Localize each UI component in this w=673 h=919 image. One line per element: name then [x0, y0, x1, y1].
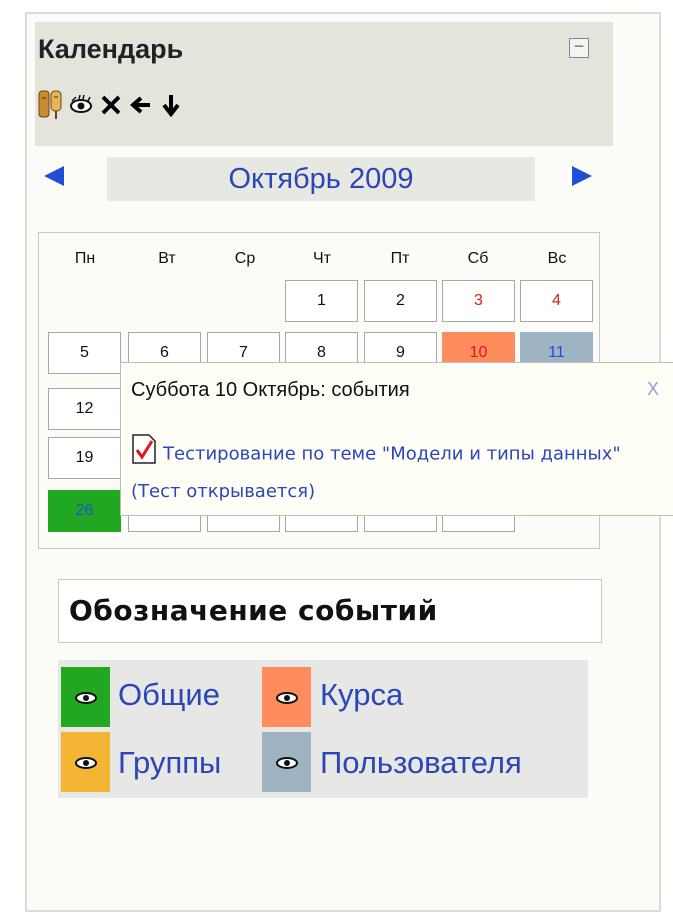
legend-header: Обозначение событий — [58, 579, 602, 643]
prev-month-button[interactable] — [42, 164, 66, 193]
delete-icon[interactable] — [98, 87, 124, 123]
popup-close-button[interactable]: X — [647, 379, 659, 400]
next-month-button[interactable] — [570, 164, 594, 193]
popup-title: Суббота 10 Октябрь: события — [131, 379, 410, 401]
event-popup: Суббота 10 Октябрь: события X Тестирован… — [120, 362, 673, 516]
event-link-text[interactable]: Тестирование по теме "Модели и типы данн… — [131, 444, 621, 503]
legend-label-global[interactable]: Общие — [118, 677, 220, 713]
legend-swatch-group[interactable] — [61, 732, 110, 792]
legend-swatch-user[interactable] — [262, 732, 311, 792]
legend-label-group[interactable]: Группы — [118, 745, 221, 781]
weekday-label: Вт — [158, 250, 176, 267]
event-link[interactable]: Тестирование по теме "Модели и типы данн… — [131, 433, 671, 508]
month-label: Октябрь 2009 — [107, 157, 535, 201]
weekday-label: Вс — [547, 250, 567, 267]
legend-label-course[interactable]: Курса — [320, 677, 403, 713]
move-icon[interactable] — [38, 87, 64, 123]
calendar-day[interactable]: 4 — [520, 280, 593, 322]
weekday-label: Чт — [313, 250, 331, 267]
calendar-day[interactable]: 1 — [285, 280, 358, 322]
legend-title: Обозначение событий — [69, 594, 438, 627]
weekday-label: Пн — [74, 250, 96, 267]
calendar-day[interactable]: 3 — [442, 280, 515, 322]
eye-icon[interactable] — [68, 87, 94, 123]
calendar-day[interactable]: 2 — [364, 280, 437, 322]
quiz-icon — [131, 433, 157, 476]
block-toolbar — [38, 84, 184, 126]
calendar-day[interactable]: 12 — [48, 388, 121, 430]
calendar-day[interactable]: 19 — [48, 437, 121, 479]
arrow-left-icon[interactable] — [128, 87, 154, 123]
weekday-label: Пт — [390, 250, 410, 267]
legend-label-user[interactable]: Пользователя — [320, 745, 522, 781]
calendar-day[interactable]: 5 — [48, 332, 121, 374]
legend-swatch-course[interactable] — [262, 667, 311, 727]
legend-swatch-global[interactable] — [61, 667, 110, 727]
collapse-button[interactable]: − — [569, 37, 589, 58]
weekday-label: Сб — [467, 250, 489, 267]
arrow-down-icon[interactable] — [158, 87, 184, 123]
weekday-label: Ср — [234, 250, 256, 267]
block-title: Календарь — [38, 34, 184, 64]
calendar-day-event[interactable]: 26 — [48, 490, 121, 532]
